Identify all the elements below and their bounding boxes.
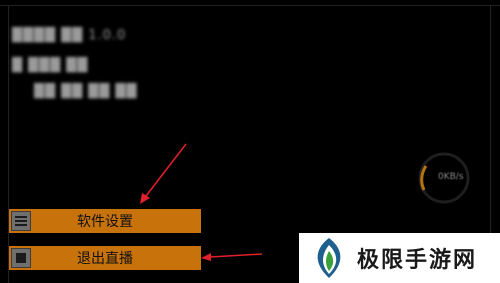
arrow-to-settings bbox=[145, 143, 187, 197]
brand-text: 极限手游网 bbox=[357, 247, 478, 273]
brand-logo-icon bbox=[317, 238, 341, 278]
watermark-banner: 极限手游网 bbox=[299, 233, 500, 283]
arrow-to-exit bbox=[209, 253, 263, 258]
arrow-to-settings-head bbox=[140, 193, 150, 204]
arrow-to-exit-head bbox=[201, 253, 211, 261]
live-stream-screen: ████ ██ 1.0.0 █ ███ ██ ██ ██ ██ ██ 0KB/s… bbox=[0, 0, 500, 283]
